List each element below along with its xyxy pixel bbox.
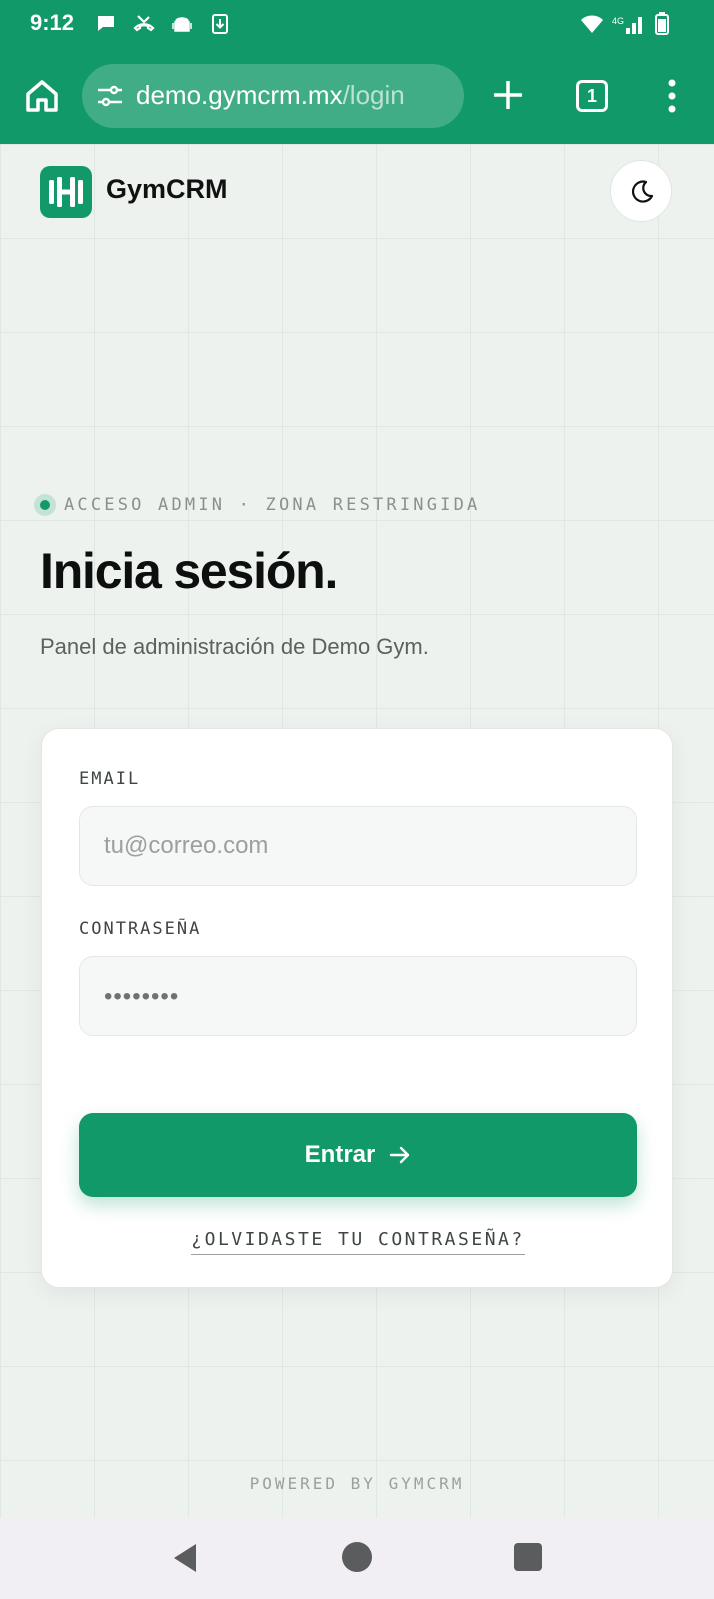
status-left-icons	[94, 12, 232, 36]
gymcrm-logo	[40, 166, 92, 218]
url-path: /login	[342, 80, 405, 110]
forgot-password-link[interactable]: ¿OLVIDASTE TU CONTRASEÑA?	[191, 1229, 525, 1255]
page-title: Inicia sesión.	[40, 543, 338, 599]
brand-name: GymCRM	[106, 174, 228, 204]
svg-text:4G: 4G	[612, 16, 624, 26]
chat-bubble-icon	[98, 16, 114, 31]
new-tab-icon[interactable]	[490, 74, 526, 116]
password-label: CONTRASEÑA	[79, 919, 202, 939]
status-time: 9:12	[30, 10, 75, 35]
login-card: EMAIL CONTRASEÑA •••••••• Entrar ¿OLVIDA…	[41, 728, 673, 1288]
system-nav-bar	[0, 1518, 714, 1599]
login-button-label: Entrar	[304, 1141, 376, 1168]
login-button[interactable]: Entrar	[79, 1113, 637, 1197]
android-icon	[172, 17, 192, 32]
browser-toolbar: demo.gymcrm.mx/login 1	[0, 50, 714, 144]
status-right-icons: 4G	[580, 12, 670, 36]
site-settings-icon[interactable]	[96, 84, 124, 108]
recents-square-icon[interactable]	[514, 1543, 542, 1571]
home-circle-icon[interactable]	[342, 1542, 372, 1572]
email-field[interactable]	[79, 806, 637, 886]
home-icon[interactable]	[22, 76, 62, 116]
wifi-icon	[581, 15, 603, 33]
download-icon	[212, 14, 228, 34]
page-content: GymCRM ACCESO ADMIN · ZONA RESTRINGIDA I…	[0, 144, 714, 1518]
url-text: demo.gymcrm.mx/login	[136, 80, 405, 111]
4g-signal-icon: 4G	[612, 16, 642, 34]
status-bar: 9:12 4G	[0, 0, 714, 50]
page-subtitle: Panel de administración de Demo Gym.	[40, 634, 429, 659]
password-placeholder: ••••••••	[104, 983, 180, 1010]
more-menu-icon[interactable]	[662, 76, 682, 116]
missed-call-icon	[133, 15, 155, 32]
arrow-right-icon	[390, 1146, 410, 1164]
back-icon[interactable]	[170, 1542, 200, 1574]
forgot-password-container: ¿OLVIDASTE TU CONTRASEÑA?	[42, 1229, 674, 1255]
access-eyebrow: ACCESO ADMIN · ZONA RESTRINGIDA	[34, 494, 480, 516]
dumbbell-icon	[49, 177, 83, 207]
address-bar[interactable]: demo.gymcrm.mx/login	[82, 64, 464, 128]
email-label: EMAIL	[79, 769, 141, 789]
password-field[interactable]: ••••••••	[79, 956, 637, 1036]
url-host: demo.gymcrm.mx	[136, 80, 343, 110]
status-dot-icon	[34, 494, 56, 516]
battery-icon	[655, 12, 669, 35]
theme-toggle-button[interactable]	[610, 160, 672, 222]
powered-by-footer: POWERED BY GYMCRM	[249, 1474, 465, 1493]
tab-switcher-button[interactable]: 1	[576, 80, 608, 112]
moon-icon	[631, 180, 654, 203]
eyebrow-text: ACCESO ADMIN · ZONA RESTRINGIDA	[64, 495, 481, 515]
